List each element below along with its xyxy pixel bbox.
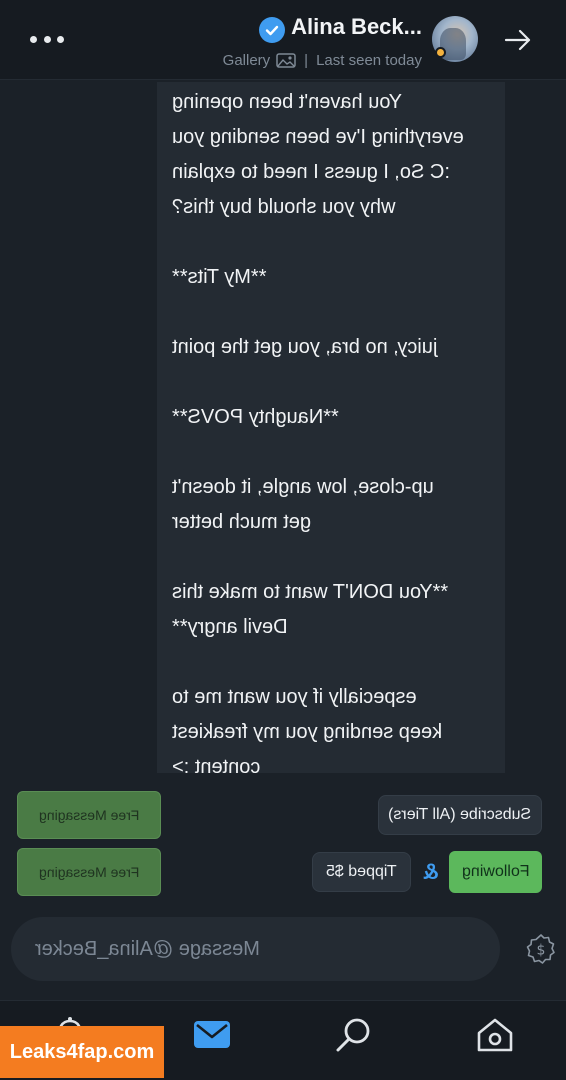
message-bubble: You haven't been opening everything I've… (157, 82, 505, 773)
message-composer (11, 917, 500, 981)
free-messaging-label: Free Messaging (38, 864, 140, 880)
free-messaging-label: Free Messaging (38, 807, 140, 823)
chat-screen: Alina Beck... Gallery | Last seen today … (0, 0, 566, 1080)
last-seen-status: Last seen today (316, 52, 422, 69)
following-button[interactable]: Following (449, 851, 542, 893)
home-icon[interactable] (475, 1015, 515, 1055)
following-label: Following (461, 863, 530, 880)
gallery-label: Gallery (222, 52, 271, 69)
chat-header: Alina Beck... Gallery | Last seen today (0, 0, 566, 80)
contact-name[interactable]: Alina Beck... (291, 14, 422, 40)
ampersand-separator: & (423, 859, 439, 884)
contact-status-line: Gallery | Last seen today (223, 52, 422, 69)
free-messaging-button[interactable]: Free Messaging (17, 791, 161, 839)
tipped-label: Tipped $5 (326, 863, 397, 880)
gallery-icon (276, 53, 296, 68)
presence-dot (435, 47, 446, 58)
gallery-link[interactable]: Gallery (223, 52, 297, 69)
free-messaging-button-secondary[interactable]: Free Messaging (17, 848, 161, 896)
more-options-icon[interactable] (30, 26, 64, 52)
status-separator: | (304, 52, 309, 69)
svg-text:$: $ (537, 943, 546, 959)
arrow-right-icon[interactable] (502, 24, 534, 56)
verified-badge-icon (259, 17, 285, 43)
message-text: You haven't been opening everything I've… (172, 91, 464, 773)
message-input[interactable] (11, 917, 500, 981)
tip-dollar-icon[interactable]: $ (525, 933, 557, 965)
subscribe-all-tiers-button[interactable]: Subscribe (All Tiers) (378, 795, 542, 835)
subscribe-label: Subscribe (All Tiers) (388, 806, 532, 823)
watermark-banner: Leaks4fap.com (0, 1026, 164, 1078)
messages-icon[interactable] (192, 1015, 232, 1055)
search-icon[interactable] (334, 1015, 374, 1055)
tipped-badge: Tipped $5 (312, 852, 411, 892)
